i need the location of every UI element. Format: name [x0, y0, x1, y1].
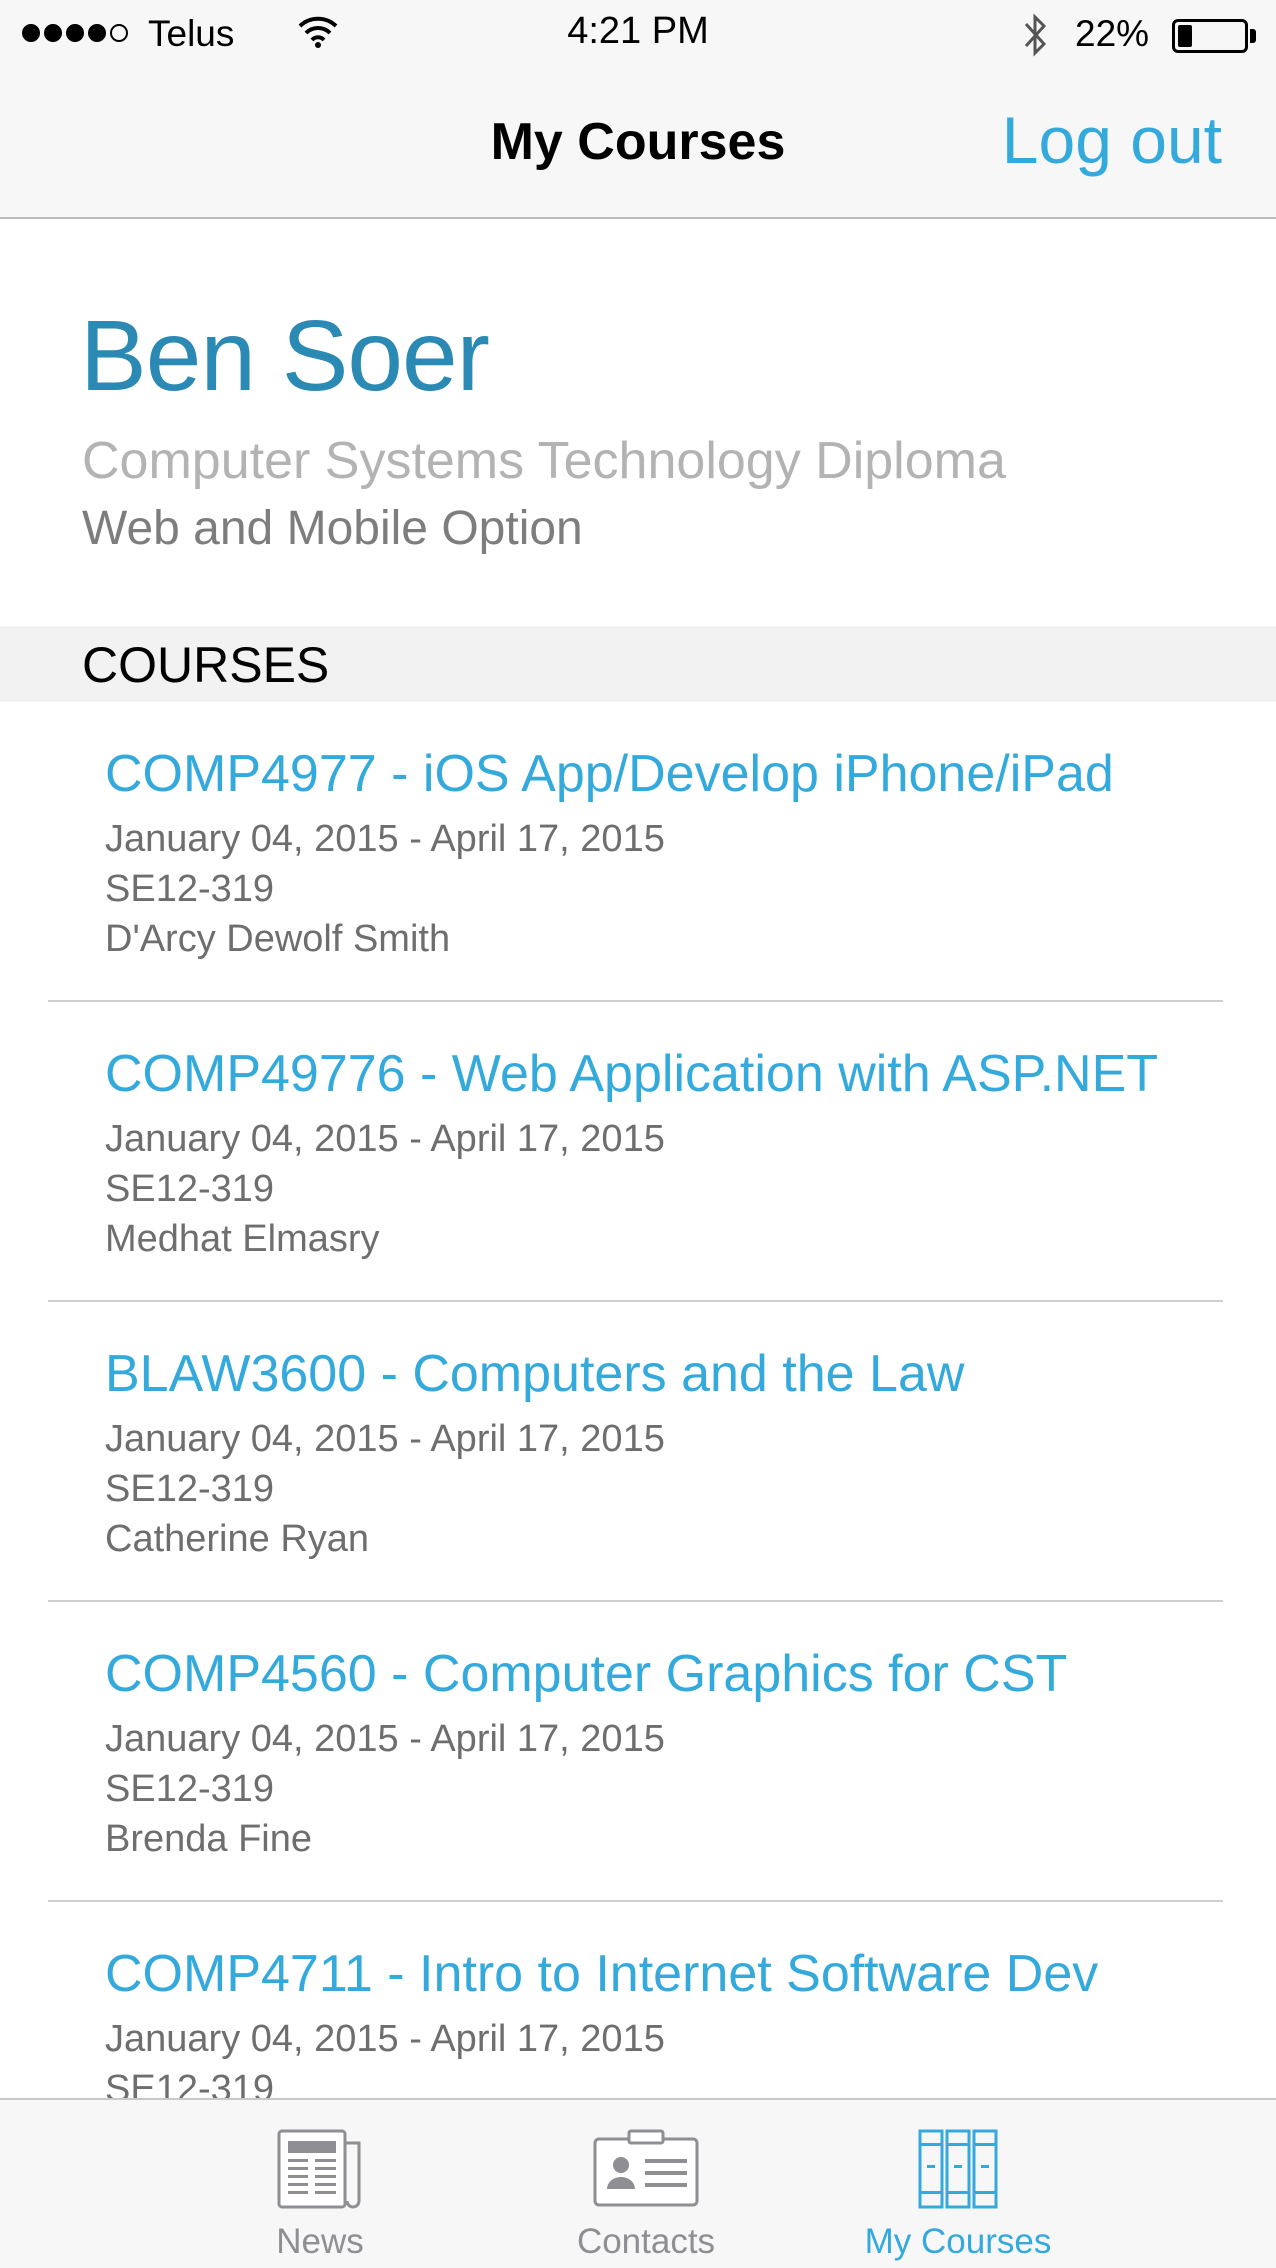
course-list-item[interactable]: COMP4711 - Intro to Internet Software De… — [0, 1902, 1276, 2098]
course-dates: January 04, 2015 - April 17, 2015 — [105, 1118, 665, 1160]
course-list-item[interactable]: BLAW3600 - Computers and the Law January… — [0, 1302, 1276, 1602]
course-room: SE12-319 — [105, 1468, 275, 1510]
courses-section-header: COURSES — [0, 626, 1276, 702]
newspaper-icon — [275, 2125, 365, 2216]
tab-label: Contacts — [576, 2222, 716, 2261]
tab-label: My Courses — [864, 2222, 1052, 2261]
course-instructor: D'Arcy Dewolf Smith — [105, 918, 451, 960]
course-room: SE12-319 — [105, 1768, 275, 1810]
battery-percent: 22% — [1075, 13, 1150, 54]
course-instructor: Catherine Ryan — [105, 1518, 370, 1560]
course-room: SE12-319 — [105, 1168, 275, 1210]
profile-header: Ben Soer Computer Systems Technology Dip… — [0, 221, 1276, 626]
course-dates: January 04, 2015 - April 17, 2015 — [105, 818, 665, 860]
program-option: Web and Mobile Option — [82, 502, 583, 555]
student-name: Ben Soer — [80, 300, 490, 412]
tab-bar: News Contacts My Courses — [0, 2098, 1276, 2268]
tab-news[interactable]: News — [220, 2100, 420, 2268]
navigation-bar: My Courses Log out — [0, 70, 1276, 219]
course-list[interactable]: COMP4977 - iOS App/Develop iPhone/iPad J… — [0, 702, 1276, 2098]
course-list-item[interactable]: COMP4977 - iOS App/Develop iPhone/iPad J… — [0, 702, 1276, 1002]
logout-button[interactable]: Log out — [1002, 102, 1222, 178]
course-list-item[interactable]: COMP49776 - Web Application with ASP.NET… — [0, 1002, 1276, 1302]
course-instructor: Medhat Elmasry — [105, 1218, 380, 1260]
status-bar: Telus 4:21 PM 22% — [0, 0, 1276, 70]
books-icon — [915, 2125, 1001, 2216]
course-title: COMP4560 - Computer Graphics for CST — [105, 1645, 1068, 1703]
course-title: COMP4977 - iOS App/Develop iPhone/iPad — [105, 745, 1114, 803]
tab-label: News — [276, 2222, 364, 2261]
battery-icon — [1172, 19, 1248, 53]
course-title: COMP4711 - Intro to Internet Software De… — [105, 1945, 1099, 2003]
course-dates: January 04, 2015 - April 17, 2015 — [105, 1418, 665, 1460]
course-title: BLAW3600 - Computers and the Law — [105, 1345, 965, 1403]
tab-contacts[interactable]: Contacts — [546, 2100, 746, 2268]
course-list-item[interactable]: COMP4560 - Computer Graphics for CST Jan… — [0, 1602, 1276, 1902]
course-room: SE12-319 — [105, 2068, 275, 2098]
course-dates: January 04, 2015 - April 17, 2015 — [105, 1718, 665, 1760]
program-name: Computer Systems Technology Diploma — [82, 432, 1006, 490]
course-dates: January 04, 2015 - April 17, 2015 — [105, 2018, 665, 2060]
section-title: COURSES — [82, 637, 330, 693]
course-room: SE12-319 — [105, 868, 275, 910]
battery-cap — [1250, 29, 1256, 43]
tab-my-courses[interactable]: My Courses — [858, 2100, 1058, 2268]
bluetooth-icon — [1022, 12, 1050, 63]
course-instructor: Brenda Fine — [105, 1818, 313, 1860]
contact-card-icon — [591, 2125, 701, 2216]
course-title: COMP49776 - Web Application with ASP.NET — [105, 1045, 1159, 1103]
